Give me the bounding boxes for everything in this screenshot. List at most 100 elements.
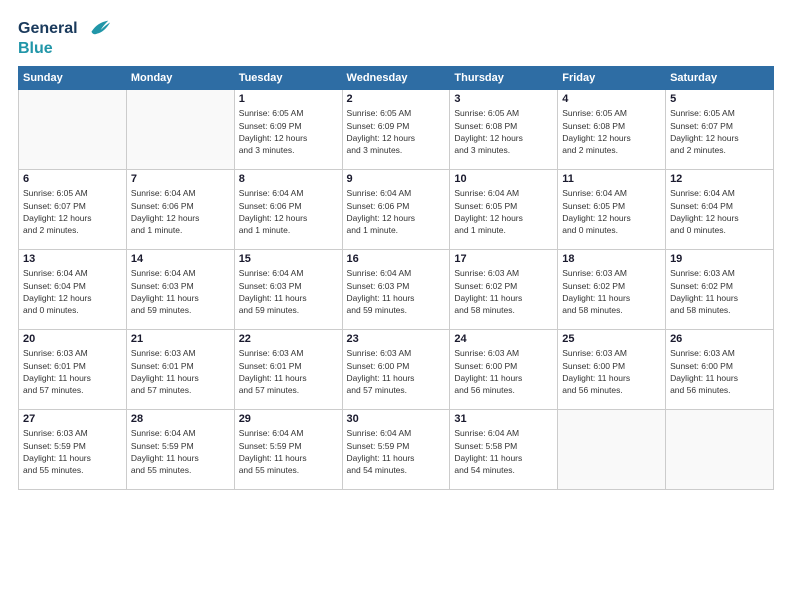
calendar-cell: 15 Sunrise: 6:04 AM Sunset: 6:03 PM Dayli… <box>234 250 342 330</box>
calendar-cell: 22 Sunrise: 6:03 AM Sunset: 6:01 PM Dayli… <box>234 330 342 410</box>
day-number: 16 <box>347 253 446 265</box>
calendar-cell <box>558 410 666 490</box>
weekday-header-saturday: Saturday <box>666 67 774 90</box>
day-number: 22 <box>239 333 338 345</box>
day-info: Sunrise: 6:05 AM Sunset: 6:08 PM Dayligh… <box>562 107 661 156</box>
calendar-cell: 21 Sunrise: 6:03 AM Sunset: 6:01 PM Dayli… <box>126 330 234 410</box>
calendar-cell: 6Sunrise: 6:05 AM Sunset: 6:07 PM Daylig… <box>19 170 127 250</box>
day-number: 5 <box>670 93 769 105</box>
day-info: Sunrise: 6:04 AM Sunset: 6:04 PM Dayligh… <box>23 267 122 316</box>
weekday-header-friday: Friday <box>558 67 666 90</box>
calendar-week-2: 6Sunrise: 6:05 AM Sunset: 6:07 PM Daylig… <box>19 170 774 250</box>
day-number: 6 <box>23 173 122 185</box>
day-number: 2 <box>347 93 446 105</box>
calendar-cell: 14 Sunrise: 6:04 AM Sunset: 6:03 PM Dayli… <box>126 250 234 330</box>
calendar-cell: 1 Sunrise: 6:05 AM Sunset: 6:09 PM Daylig… <box>234 90 342 170</box>
day-number: 14 <box>131 253 230 265</box>
day-number: 31 <box>454 413 553 425</box>
calendar-cell: 13 Sunrise: 6:04 AM Sunset: 6:04 PM Dayli… <box>19 250 127 330</box>
calendar-week-5: 27 Sunrise: 6:03 AM Sunset: 5:59 PM Dayli… <box>19 410 774 490</box>
day-number: 19 <box>670 253 769 265</box>
logo-bird-icon <box>84 18 112 40</box>
day-number: 3 <box>454 93 553 105</box>
day-number: 20 <box>23 333 122 345</box>
day-number: 21 <box>131 333 230 345</box>
calendar-cell: 30 Sunrise: 6:04 AM Sunset: 5:59 PM Dayli… <box>342 410 450 490</box>
day-info: Sunrise: 6:04 AM Sunset: 5:59 PM Dayligh… <box>131 427 230 476</box>
day-info: Sunrise: 6:04 AM Sunset: 5:58 PM Dayligh… <box>454 427 553 476</box>
day-number: 9 <box>347 173 446 185</box>
weekday-row: SundayMondayTuesdayWednesdayThursdayFrid… <box>19 67 774 90</box>
day-info: Sunrise: 6:04 AM Sunset: 5:59 PM Dayligh… <box>347 427 446 476</box>
calendar-cell: 19Sunrise: 6:03 AM Sunset: 6:02 PM Dayli… <box>666 250 774 330</box>
day-number: 1 <box>239 93 338 105</box>
day-number: 4 <box>562 93 661 105</box>
page: General Blue SundayMondayTuesdayWednesda… <box>0 0 792 612</box>
day-number: 15 <box>239 253 338 265</box>
calendar-cell: 20 Sunrise: 6:03 AM Sunset: 6:01 PM Dayli… <box>19 330 127 410</box>
calendar-cell: 12 Sunrise: 6:04 AM Sunset: 6:04 PM Dayli… <box>666 170 774 250</box>
day-info: Sunrise: 6:04 AM Sunset: 6:03 PM Dayligh… <box>347 267 446 316</box>
calendar-cell: 18Sunrise: 6:03 AM Sunset: 6:02 PM Dayli… <box>558 250 666 330</box>
day-number: 8 <box>239 173 338 185</box>
day-number: 24 <box>454 333 553 345</box>
day-number: 17 <box>454 253 553 265</box>
calendar-cell: 25 Sunrise: 6:03 AM Sunset: 6:00 PM Dayli… <box>558 330 666 410</box>
calendar-cell: 8 Sunrise: 6:04 AM Sunset: 6:06 PM Daylig… <box>234 170 342 250</box>
calendar-cell: 23Sunrise: 6:03 AM Sunset: 6:00 PM Dayli… <box>342 330 450 410</box>
calendar-table: SundayMondayTuesdayWednesdayThursdayFrid… <box>18 66 774 490</box>
day-number: 28 <box>131 413 230 425</box>
day-number: 26 <box>670 333 769 345</box>
day-number: 13 <box>23 253 122 265</box>
calendar-cell: 26 Sunrise: 6:03 AM Sunset: 6:00 PM Dayli… <box>666 330 774 410</box>
calendar-cell: 17Sunrise: 6:03 AM Sunset: 6:02 PM Dayli… <box>450 250 558 330</box>
day-info: Sunrise: 6:03 AM Sunset: 6:01 PM Dayligh… <box>23 347 122 396</box>
calendar-cell: 4 Sunrise: 6:05 AM Sunset: 6:08 PM Daylig… <box>558 90 666 170</box>
day-info: Sunrise: 6:04 AM Sunset: 6:05 PM Dayligh… <box>454 187 553 236</box>
day-info: Sunrise: 6:03 AM Sunset: 6:01 PM Dayligh… <box>131 347 230 396</box>
day-number: 27 <box>23 413 122 425</box>
day-info: Sunrise: 6:03 AM Sunset: 6:00 PM Dayligh… <box>454 347 553 396</box>
calendar-cell: 2 Sunrise: 6:05 AM Sunset: 6:09 PM Daylig… <box>342 90 450 170</box>
day-info: Sunrise: 6:04 AM Sunset: 6:05 PM Dayligh… <box>562 187 661 236</box>
logo-text: General Blue <box>18 18 112 58</box>
day-info: Sunrise: 6:04 AM Sunset: 6:04 PM Dayligh… <box>670 187 769 236</box>
day-number: 25 <box>562 333 661 345</box>
calendar-cell: 31 Sunrise: 6:04 AM Sunset: 5:58 PM Dayli… <box>450 410 558 490</box>
day-info: Sunrise: 6:04 AM Sunset: 6:03 PM Dayligh… <box>239 267 338 316</box>
day-info: Sunrise: 6:03 AM Sunset: 6:00 PM Dayligh… <box>670 347 769 396</box>
calendar-body: 1 Sunrise: 6:05 AM Sunset: 6:09 PM Daylig… <box>19 90 774 490</box>
day-number: 12 <box>670 173 769 185</box>
calendar-cell: 11Sunrise: 6:04 AM Sunset: 6:05 PM Dayli… <box>558 170 666 250</box>
day-info: Sunrise: 6:05 AM Sunset: 6:07 PM Dayligh… <box>670 107 769 156</box>
calendar-cell: 29 Sunrise: 6:04 AM Sunset: 5:59 PM Dayli… <box>234 410 342 490</box>
weekday-header-monday: Monday <box>126 67 234 90</box>
day-info: Sunrise: 6:03 AM Sunset: 6:01 PM Dayligh… <box>239 347 338 396</box>
calendar-cell: 24 Sunrise: 6:03 AM Sunset: 6:00 PM Dayli… <box>450 330 558 410</box>
day-number: 30 <box>347 413 446 425</box>
day-info: Sunrise: 6:03 AM Sunset: 6:00 PM Dayligh… <box>347 347 446 396</box>
day-number: 29 <box>239 413 338 425</box>
day-info: Sunrise: 6:05 AM Sunset: 6:08 PM Dayligh… <box>454 107 553 156</box>
day-info: Sunrise: 6:03 AM Sunset: 6:00 PM Dayligh… <box>562 347 661 396</box>
calendar-cell: 7Sunrise: 6:04 AM Sunset: 6:06 PM Daylig… <box>126 170 234 250</box>
calendar-cell <box>666 410 774 490</box>
day-info: Sunrise: 6:04 AM Sunset: 5:59 PM Dayligh… <box>239 427 338 476</box>
day-info: Sunrise: 6:03 AM Sunset: 5:59 PM Dayligh… <box>23 427 122 476</box>
day-info: Sunrise: 6:05 AM Sunset: 6:09 PM Dayligh… <box>239 107 338 156</box>
header: General Blue <box>18 18 774 58</box>
day-number: 18 <box>562 253 661 265</box>
calendar-week-3: 13 Sunrise: 6:04 AM Sunset: 6:04 PM Dayli… <box>19 250 774 330</box>
weekday-header-thursday: Thursday <box>450 67 558 90</box>
day-info: Sunrise: 6:04 AM Sunset: 6:03 PM Dayligh… <box>131 267 230 316</box>
calendar-cell <box>126 90 234 170</box>
calendar-cell: 3 Sunrise: 6:05 AM Sunset: 6:08 PM Daylig… <box>450 90 558 170</box>
day-info: Sunrise: 6:05 AM Sunset: 6:09 PM Dayligh… <box>347 107 446 156</box>
calendar-header: SundayMondayTuesdayWednesdayThursdayFrid… <box>19 67 774 90</box>
logo: General Blue <box>18 18 112 58</box>
day-number: 7 <box>131 173 230 185</box>
weekday-header-sunday: Sunday <box>19 67 127 90</box>
calendar-week-4: 20 Sunrise: 6:03 AM Sunset: 6:01 PM Dayli… <box>19 330 774 410</box>
calendar-cell: 5 Sunrise: 6:05 AM Sunset: 6:07 PM Daylig… <box>666 90 774 170</box>
day-info: Sunrise: 6:04 AM Sunset: 6:06 PM Dayligh… <box>239 187 338 236</box>
